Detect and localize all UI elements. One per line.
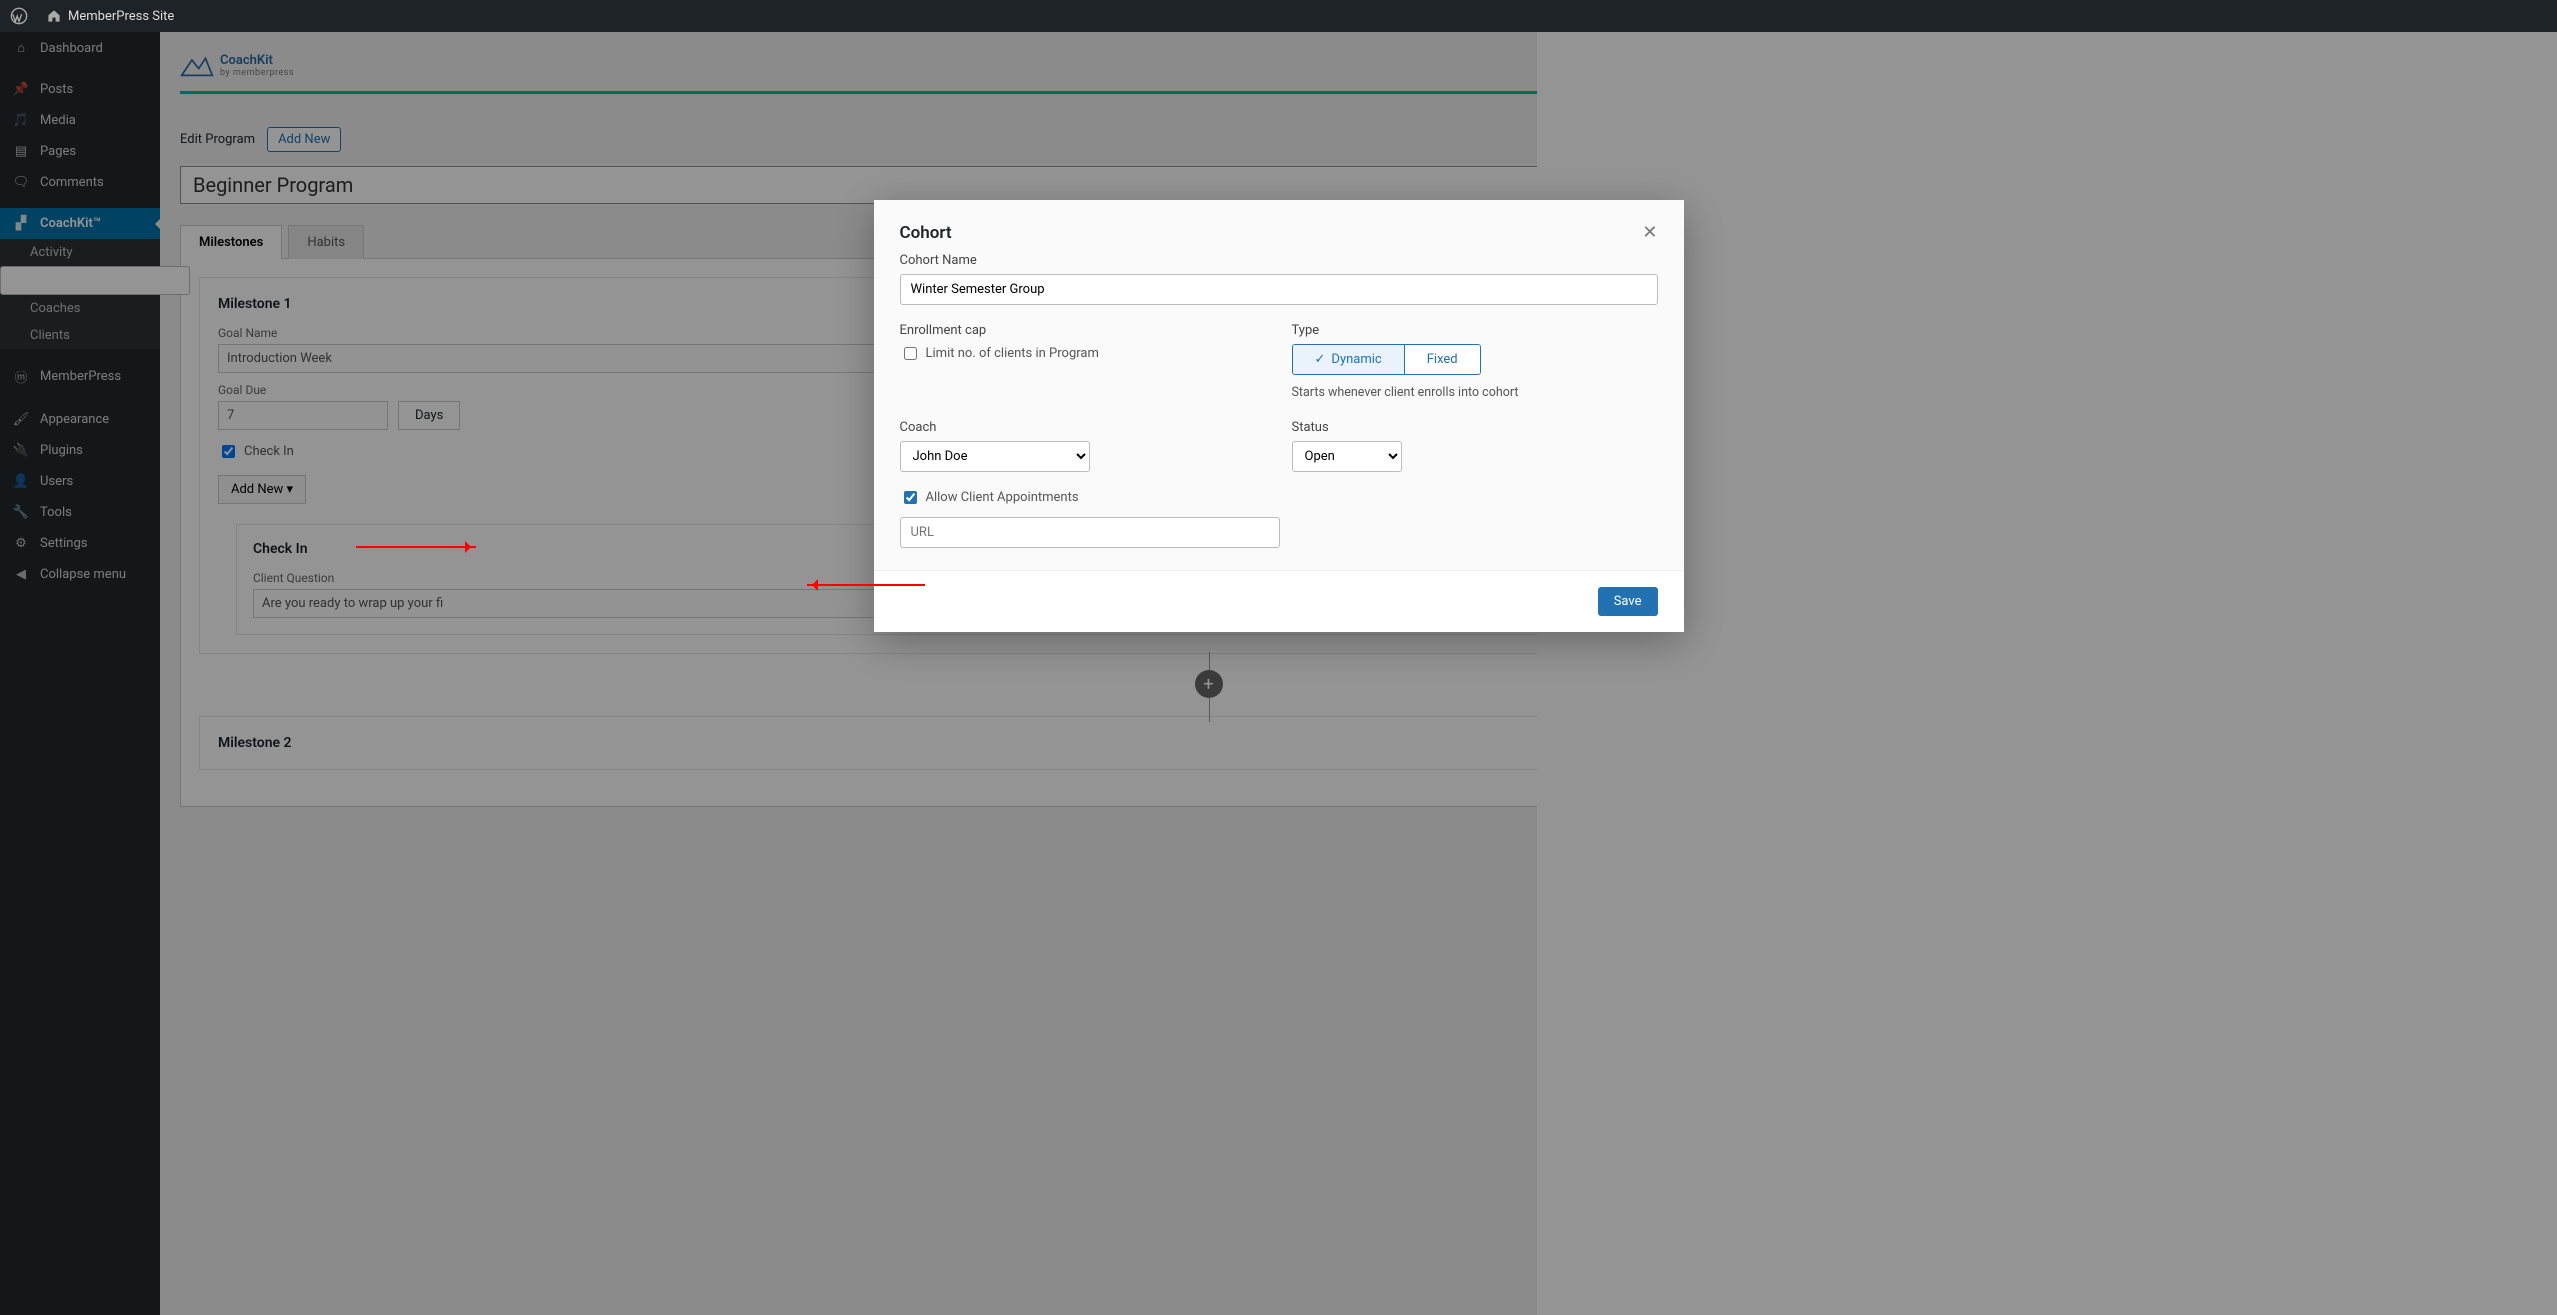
save-button[interactable]: Save bbox=[1598, 587, 1658, 616]
cohort-name-input[interactable] bbox=[900, 274, 1658, 305]
allow-appointments-checkbox-input[interactable] bbox=[904, 491, 917, 504]
modal-title: Cohort bbox=[900, 223, 952, 243]
status-label: Status bbox=[1292, 420, 1658, 435]
enrollment-cap-label: Enrollment cap bbox=[900, 323, 1266, 338]
annotation-arrow-url bbox=[807, 584, 925, 586]
type-label: Type bbox=[1292, 323, 1658, 338]
wp-logo-icon[interactable] bbox=[10, 7, 28, 25]
status-select[interactable]: Open bbox=[1292, 441, 1402, 472]
limit-clients-checkbox[interactable]: Limit no. of clients in Program bbox=[900, 344, 1266, 363]
cohort-name-label: Cohort Name bbox=[900, 253, 1658, 268]
allow-appointments-checkbox[interactable]: Allow Client Appointments bbox=[900, 488, 1658, 507]
coach-label: Coach bbox=[900, 420, 1266, 435]
cohort-modal: Cohort ✕ Cohort Name Enrollment cap Limi… bbox=[874, 200, 1684, 632]
limit-clients-checkbox-input[interactable] bbox=[904, 347, 917, 360]
appointment-url-input[interactable] bbox=[900, 517, 1280, 548]
type-hint: Starts whenever client enrolls into coho… bbox=[1292, 385, 1658, 400]
type-dynamic-button[interactable]: Dynamic bbox=[1293, 345, 1404, 374]
coach-select[interactable]: John Doe bbox=[900, 441, 1090, 472]
site-name: MemberPress Site bbox=[68, 9, 174, 24]
type-segmented-control: Dynamic Fixed bbox=[1292, 344, 1481, 375]
close-icon[interactable]: ✕ bbox=[1642, 222, 1657, 243]
type-fixed-button[interactable]: Fixed bbox=[1404, 345, 1480, 374]
annotation-arrow-checkbox bbox=[356, 546, 476, 548]
site-home-link[interactable]: MemberPress Site bbox=[46, 8, 174, 24]
admin-bar: MemberPress Site bbox=[0, 0, 2557, 32]
